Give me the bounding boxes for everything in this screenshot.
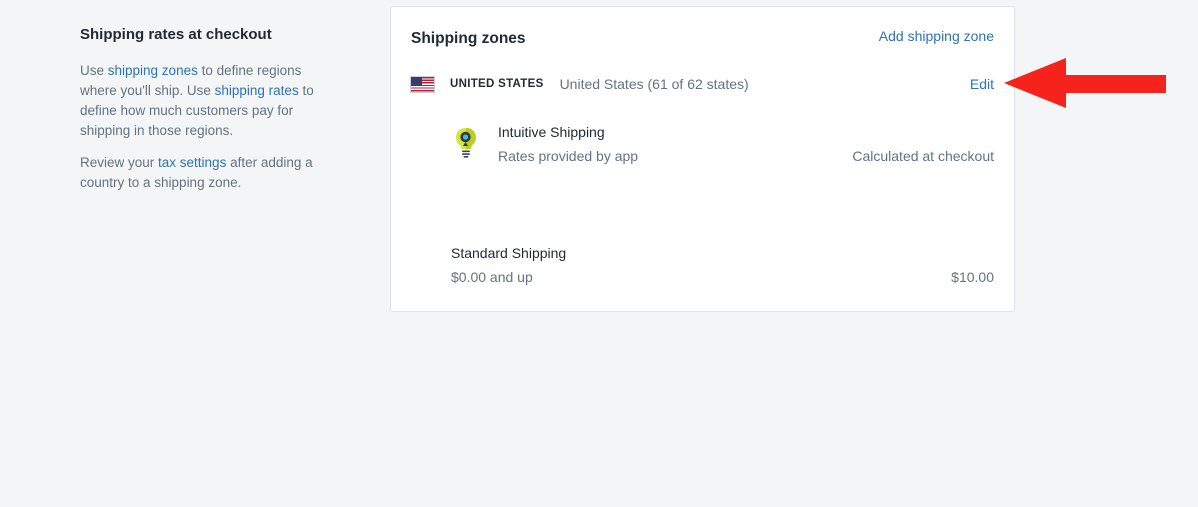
shipping-zones-card: Shipping zones Add shipping zone UNITED …: [390, 6, 1015, 312]
info-paragraph: Use shipping zones to define regions whe…: [80, 61, 330, 141]
shipping-rates-link[interactable]: shipping rates: [215, 83, 299, 98]
zone-name: UNITED STATES: [450, 78, 544, 90]
rate-price: $10.00: [951, 269, 994, 285]
add-shipping-zone-link[interactable]: Add shipping zone: [879, 28, 994, 44]
card-title: Shipping zones: [411, 30, 526, 47]
app-rate-name: Intuitive Shipping: [498, 124, 605, 140]
us-flag-icon: [410, 75, 435, 93]
lightbulb-location-icon: [456, 128, 476, 158]
app-rate-value: Calculated at checkout: [852, 148, 994, 164]
app-rate-subtitle: Rates provided by app: [498, 148, 639, 164]
shipping-zones-link[interactable]: shipping zones: [108, 63, 198, 78]
zone-description: United States (61 of 62 states): [559, 76, 749, 92]
zone-row-united-states: UNITED STATES United States (61 of 62 st…: [410, 75, 994, 93]
rate-name: Standard Shipping: [451, 245, 567, 261]
tax-settings-link[interactable]: tax settings: [158, 155, 226, 170]
rate-condition: $0.00 and up: [451, 269, 533, 285]
edit-zone-link[interactable]: Edit: [970, 76, 994, 92]
info-text: Use: [80, 63, 108, 78]
info-text: Review your: [80, 155, 159, 170]
annotation-arrow-icon: [1004, 58, 1166, 108]
shipping-rates-info-section: Shipping rates at checkout Use shipping …: [80, 25, 330, 193]
tax-paragraph: Review your tax settings after adding a …: [80, 153, 330, 193]
section-title: Shipping rates at checkout: [80, 26, 272, 43]
